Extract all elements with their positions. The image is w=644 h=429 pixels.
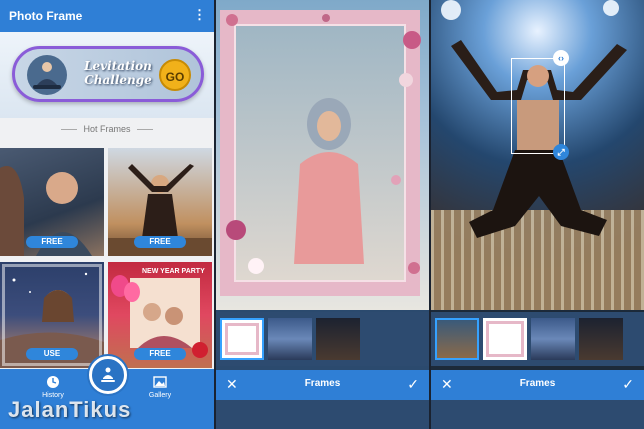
check-icon[interactable]: ✓ [407, 376, 419, 393]
banner-avatar [27, 55, 67, 95]
screenshot-collage: Photo Frame ⋮ Levitation Challenge GO Ho… [0, 0, 644, 429]
history-icon [47, 376, 59, 388]
frame-thumbnail[interactable] [483, 318, 527, 360]
free-badge[interactable]: FREE [26, 236, 78, 248]
frame-tile[interactable]: FREE [0, 148, 104, 256]
flower-decorations [226, 14, 421, 274]
frame-thumbnail-strip [216, 312, 429, 366]
go-button[interactable]: GO [159, 59, 191, 91]
app-title: Photo Frame [9, 9, 83, 23]
nav-gallery[interactable]: Gallery [140, 375, 180, 399]
use-badge[interactable]: USE [26, 348, 78, 360]
app-bar: Photo Frame ⋮ [0, 0, 214, 32]
hot-frames-heading: Hot Frames [0, 124, 214, 134]
photo-preview[interactable]: ‹› ⤢ [431, 0, 644, 310]
free-badge[interactable]: FREE [134, 348, 186, 360]
frame-thumbnail[interactable] [316, 318, 360, 360]
selection-box[interactable] [511, 58, 565, 154]
frame-thumbnail[interactable] [531, 318, 575, 360]
frame-thumbnail[interactable] [435, 318, 479, 360]
frames-bar: ✕ Frames ✓ [216, 370, 429, 400]
levitation-editor-screen: ‹› ⤢ ✕ Frames ✓ [431, 0, 644, 429]
new-year-party-label: NEW YEAR PARTY [142, 268, 205, 275]
frame-tile[interactable]: NEW YEAR PARTY FREE [108, 262, 212, 368]
watermark-logo: JalanTikus [8, 397, 132, 422]
frame-thumbnail[interactable] [220, 318, 264, 360]
flip-handle-icon[interactable]: ‹› [553, 50, 569, 66]
frame-thumbnail[interactable] [268, 318, 312, 360]
banner-title: Levitation Challenge [84, 59, 152, 87]
frames-bar: ✕ Frames ✓ [431, 370, 644, 400]
free-badge[interactable]: FREE [134, 236, 186, 248]
check-icon[interactable]: ✓ [622, 376, 634, 393]
more-vertical-icon[interactable]: ⋮ [193, 8, 206, 21]
resize-handle-icon[interactable]: ⤢ [553, 144, 569, 160]
photo-preview[interactable] [216, 0, 429, 310]
meditation-icon [101, 367, 115, 382]
frames-title: Frames [304, 378, 341, 389]
nav-gallery-label: Gallery [148, 392, 172, 399]
frame-thumbnail-strip [431, 312, 644, 366]
frame-thumbnail[interactable] [579, 318, 623, 360]
frame-tile[interactable]: USE [0, 262, 104, 368]
footer-area [431, 400, 644, 429]
home-screen: Photo Frame ⋮ Levitation Challenge GO Ho… [0, 0, 214, 429]
frame-editor-screen: ✕ Frames ✓ [216, 0, 429, 429]
footer-area [216, 400, 429, 429]
frame-tile[interactable]: FREE [108, 148, 212, 256]
frames-title: Frames [519, 378, 556, 389]
subject-photo [441, 0, 627, 238]
gallery-icon [153, 376, 167, 388]
levitation-banner[interactable]: Levitation Challenge GO [12, 46, 204, 102]
nav-history[interactable]: History [33, 375, 73, 399]
levitation-camera-button[interactable] [89, 356, 127, 394]
